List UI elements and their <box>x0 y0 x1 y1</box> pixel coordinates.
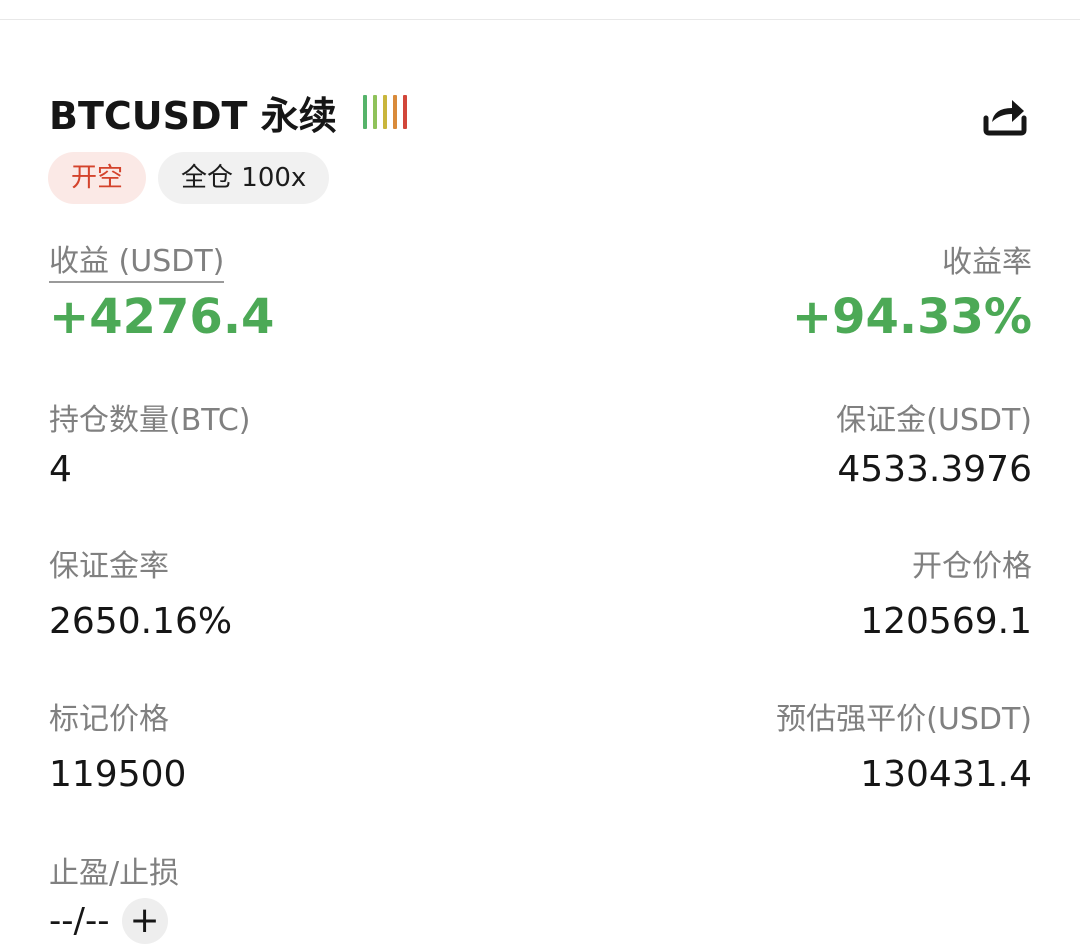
adl-indicator-icon <box>362 94 413 130</box>
size-value: 4 <box>49 449 72 490</box>
margin-label: 保证金(USDT) <box>836 403 1032 438</box>
position-header: BTCUSDT 永续 <box>49 86 413 138</box>
tpsl-value: --/-- <box>49 901 110 941</box>
pnl-field: 收益 (USDT) +4276.4 <box>49 243 274 345</box>
symbol-title[interactable]: BTCUSDT 永续 <box>49 85 337 140</box>
margin-mode-tag[interactable]: 全仓 100x <box>158 152 330 204</box>
roe-label: 收益率 <box>942 245 1032 280</box>
margin-value: 4533.3976 <box>837 449 1032 490</box>
share-button[interactable] <box>978 88 1030 140</box>
plus-icon: + <box>129 900 160 941</box>
adl-bar-5 <box>402 95 407 129</box>
mark-price-label: 标记价格 <box>49 702 169 737</box>
position-tags: 开空 全仓 100x <box>48 152 341 204</box>
mark-price-field: 标记价格 119500 <box>49 700 186 798</box>
tpsl-field: 止盈/止损 --/-- + <box>49 854 179 944</box>
margin-field: 保证金(USDT) 4533.3976 <box>836 401 1032 493</box>
share-arrow-icon <box>983 100 1027 136</box>
margin-ratio-label: 保证金率 <box>49 549 169 584</box>
size-field: 持仓数量(BTC) 4 <box>49 401 251 493</box>
margin-ratio-field: 保证金率 2650.16% <box>49 547 232 645</box>
add-tpsl-button[interactable]: + <box>121 898 168 944</box>
entry-price-value: 120569.1 <box>860 601 1032 642</box>
size-label: 持仓数量(BTC) <box>49 403 251 438</box>
liq-price-value: 130431.4 <box>860 754 1032 795</box>
margin-ratio-value: 2650.16% <box>49 601 233 642</box>
roe-value: +94.33% <box>791 289 1032 345</box>
entry-price-field: 开仓价格 120569.1 <box>860 547 1032 645</box>
liq-price-label: 预估强平价(USDT) <box>776 702 1032 737</box>
roe-field: 收益率 +94.33% <box>792 243 1032 345</box>
adl-bar-4 <box>392 95 397 129</box>
pnl-value: +4276.4 <box>49 289 275 345</box>
adl-bar-3 <box>382 95 387 129</box>
mark-price-value: 119500 <box>49 754 187 795</box>
tpsl-label: 止盈/止损 <box>49 856 180 891</box>
pnl-label[interactable]: 收益 (USDT) <box>49 243 225 283</box>
adl-bar-1 <box>362 95 367 129</box>
top-divider <box>0 19 1080 20</box>
tpsl-row: --/-- + <box>49 898 179 944</box>
direction-tag: 开空 <box>48 152 147 204</box>
adl-bar-2 <box>372 95 377 129</box>
entry-price-label: 开仓价格 <box>912 549 1032 584</box>
liq-price-field: 预估强平价(USDT) 130431.4 <box>776 700 1032 798</box>
